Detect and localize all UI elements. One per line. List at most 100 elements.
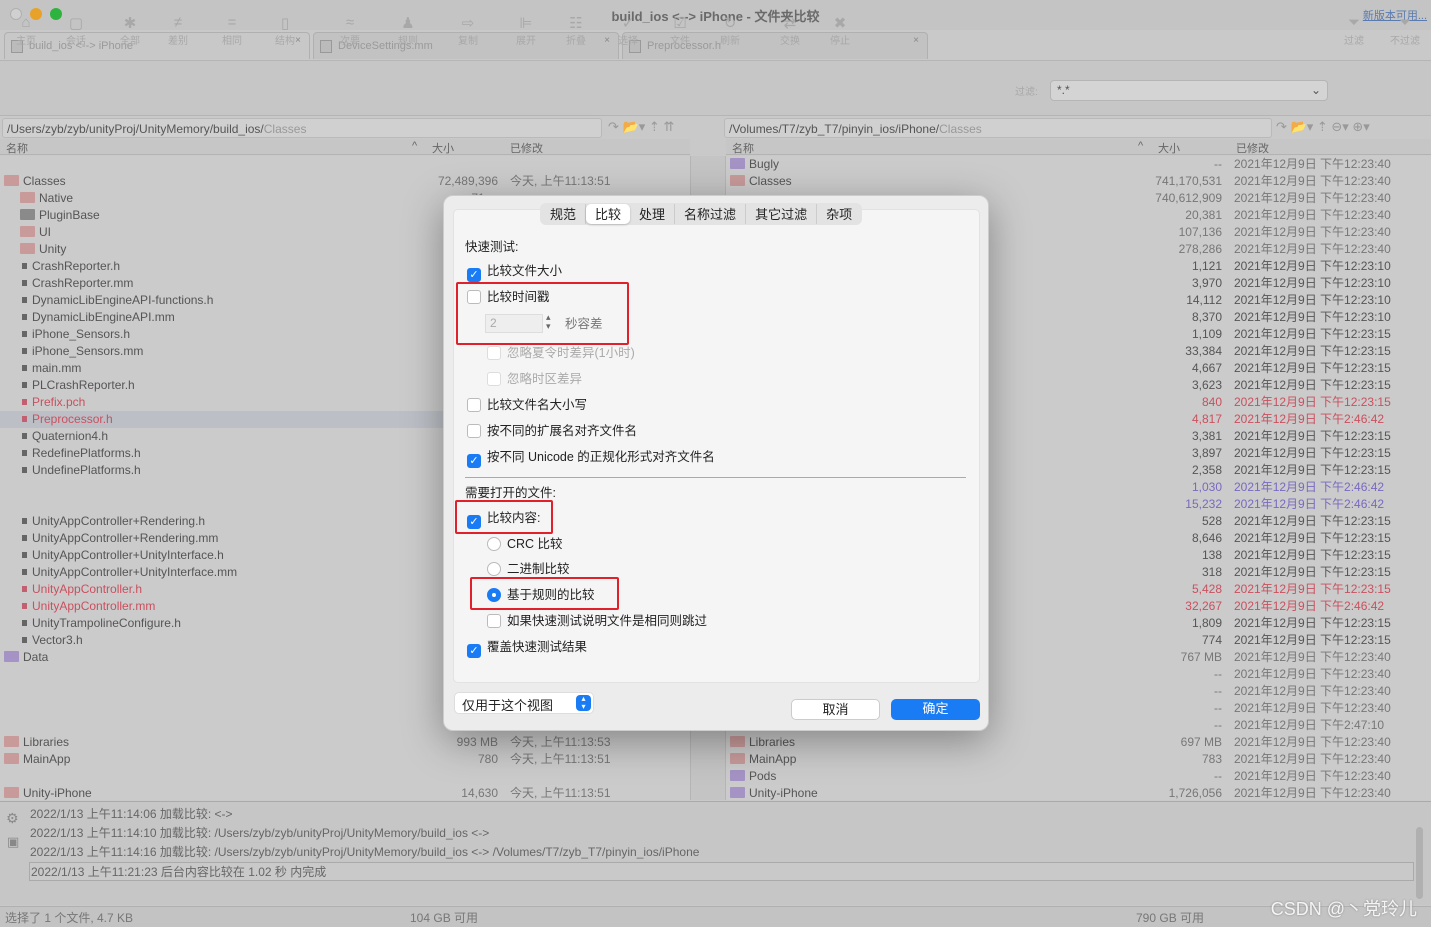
toolbar-button-13[interactable]: ↻ 刷新 <box>710 14 750 47</box>
checkbox-label: 比较文件大小 <box>487 264 563 278</box>
ok-button[interactable]: 确定 <box>891 699 980 720</box>
modified-cell: 2021年12月9日 下午12:23:15 <box>1234 582 1391 596</box>
toolbar-button-12[interactable]: ☑ 文件 <box>660 14 700 47</box>
folder-icon <box>730 736 745 747</box>
unfilter-button[interactable]: ⏷ 不过滤 <box>1385 14 1425 47</box>
tab-compare[interactable]: 比较 <box>586 204 631 224</box>
file-row[interactable]: Classes 741,170,531 2021年12月9日 下午12:23:40 <box>726 173 1431 190</box>
file-icon <box>22 569 27 575</box>
modified-cell: 2021年12月9日 下午12:23:40 <box>1234 735 1391 749</box>
size-cell: 4,817 <box>1191 412 1222 426</box>
file-row[interactable]: Unity-iPhone 1,726,056 2021年12月9日 下午12:23:… <box>726 785 1431 800</box>
column-size[interactable]: 大小 <box>432 140 454 156</box>
left-path-nav-icons[interactable]: ↷ 📂▾ ⇡ ⇈ <box>608 119 674 135</box>
file-row[interactable] <box>0 156 690 173</box>
column-name[interactable]: 名称 <box>732 140 754 156</box>
toolbar-button-4[interactable]: = 相同 <box>212 14 252 47</box>
filter-button[interactable]: ⏷ 过滤 <box>1334 14 1374 47</box>
gear-icon[interactable]: ⚙ <box>6 810 19 827</box>
left-path-input[interactable]: /Users/zyb/zyb/unityProj/UnityMemory/bui… <box>2 118 602 138</box>
toolbar-button-label: 交换 <box>780 36 800 47</box>
checkbox-box <box>467 424 481 438</box>
toolbar-button-3[interactable]: ≠ 差别 <box>158 14 198 47</box>
file-row[interactable] <box>0 768 690 785</box>
divider <box>465 477 966 478</box>
tab-handling[interactable]: 处理 <box>630 204 676 224</box>
session-settings-dialog: 规范 比较 处理 名称过滤 其它过滤 杂项 快速测试: ✓ 比较文件大小 比较时间… <box>443 195 989 731</box>
file-name: Classes <box>749 174 792 188</box>
compare-size-checkbox[interactable]: ✓ 比较文件大小 <box>467 263 562 282</box>
modified-cell: 2021年12月9日 下午12:23:40 <box>1234 684 1391 698</box>
file-row[interactable]: Bugly -- 2021年12月9日 下午12:23:40 <box>726 156 1431 173</box>
compare-case-checkbox[interactable]: 比较文件名大小写 <box>467 397 587 413</box>
file-name: UnityAppController.h <box>32 582 143 596</box>
toolbar-button-label: 规则 <box>398 36 418 47</box>
toolbar-button-11[interactable]: ✓ 选择 <box>608 14 648 47</box>
tab-misc[interactable]: 杂项 <box>817 204 861 224</box>
checkbox-label: 覆盖快速测试结果 <box>487 640 588 654</box>
right-path-input[interactable]: /Volumes/T7/zyb_T7/pinyin_ios/iPhone/Cla… <box>724 118 1272 138</box>
file-row[interactable]: Libraries 993 MB 今天, 上午11:13:53 <box>0 734 690 751</box>
file-row[interactable]: Unity-iPhone 14,630 今天, 上午11:13:51 <box>0 785 690 800</box>
folder-icon <box>730 175 745 186</box>
binary-radio[interactable]: 二进制比较 <box>487 561 570 577</box>
toolbar-button-14[interactable]: ⇄ 交换 <box>770 14 810 47</box>
ignore-dst-checkbox[interactable]: 忽略夏令时差异(1小时) <box>487 345 635 361</box>
name-cell: UnityAppController+UnityInterface.h <box>22 547 224 564</box>
override-quick-test-checkbox[interactable]: ✓ 覆盖快速测试结果 <box>467 639 587 658</box>
close-tab-icon[interactable]: × <box>913 35 919 46</box>
tab-name-filter[interactable]: 名称过滤 <box>675 204 747 224</box>
file-row[interactable]: Pods -- 2021年12月9日 下午12:23:40 <box>726 768 1431 785</box>
column-name[interactable]: 名称 <box>6 140 28 156</box>
checkmark-icon: ✓ <box>467 454 481 468</box>
unfilter-button-label: 不过滤 <box>1390 36 1420 47</box>
modified-cell: 2021年12月9日 下午12:23:10 <box>1234 276 1391 290</box>
toolbar-button-label: 全部 <box>120 36 140 47</box>
size-cell: 741,170,531 <box>1155 174 1222 188</box>
align-extension-checkbox[interactable]: 按不同的扩展名对齐文件名 <box>467 423 637 439</box>
right-path-nav-icons[interactable]: ↷ 📂▾ ⇡ ⊖▾ ⊕▾ <box>1276 119 1370 135</box>
column-modified[interactable]: 已修改 <box>510 140 543 156</box>
file-name: Libraries <box>749 735 796 749</box>
crc-radio[interactable]: CRC 比较 <box>487 536 563 552</box>
toolbar-button-1[interactable]: ▢ 会话 <box>56 14 96 47</box>
file-row[interactable]: Classes 72,489,396 今天, 上午11:13:51 <box>0 173 690 190</box>
column-size[interactable]: 大小 <box>1158 140 1180 156</box>
column-modified[interactable]: 已修改 <box>1236 140 1269 156</box>
modified-cell: 今天, 上午11:13:53 <box>510 735 611 749</box>
toolbar-button-6[interactable]: ≈ 次要 <box>330 14 370 47</box>
ignore-timezone-checkbox[interactable]: 忽略时区差异 <box>487 371 582 387</box>
save-icon[interactable]: ▣ <box>7 834 19 850</box>
file-row[interactable]: MainApp 783 2021年12月9日 下午12:23:40 <box>726 751 1431 768</box>
name-cell: main.mm <box>22 360 81 377</box>
file-name: iPhone_Sensors.mm <box>32 344 144 358</box>
toolbar-button-8[interactable]: ⇨ 复制 <box>448 14 488 47</box>
toolbar-button-0[interactable]: ⌂ 主页 <box>6 14 46 47</box>
scope-select[interactable]: 仅用于这个视图 ▴ ▾ <box>454 692 594 714</box>
log-scrollbar[interactable] <box>1416 827 1423 899</box>
toolbar-button-5[interactable]: ▯ 结构 <box>265 14 305 47</box>
chevron-down-icon[interactable]: ⌄ <box>1311 83 1321 97</box>
modified-cell: 2021年12月9日 下午12:23:15 <box>1234 395 1391 409</box>
filter-input[interactable]: *.* ⌄ <box>1050 80 1328 101</box>
file-name: iPhone_Sensors.h <box>32 327 131 341</box>
quick-test-heading: 快速测试: <box>465 240 519 254</box>
skip-if-same-checkbox[interactable]: 如果快速测试说明文件是相同则跳过 <box>487 613 707 629</box>
radio-label: 二进制比较 <box>507 562 570 576</box>
tab-other-filter[interactable]: 其它过滤 <box>746 204 818 224</box>
log-line: 2022/1/13 上午11:21:23 后台内容比较在 1.02 秒 内完成 <box>29 862 1414 881</box>
toolbar-button-2[interactable]: ✱ 全部 <box>110 14 150 47</box>
toolbar-button-9[interactable]: ⊫ 展开 <box>506 14 546 47</box>
file-row[interactable]: MainApp 780 今天, 上午11:13:51 <box>0 751 690 768</box>
filter-button-label: 过滤 <box>1344 36 1364 47</box>
toolbar-button-10[interactable]: ☷ 折叠 <box>556 14 596 47</box>
folder-icon <box>730 770 745 781</box>
file-row[interactable]: Libraries 697 MB 2021年12月9日 下午12:23:40 <box>726 734 1431 751</box>
toolbar-button-15[interactable]: ✖ 停止 <box>820 14 860 47</box>
log-line: 2022/1/13 上午11:14:10 加载比较: /Users/zyb/zy… <box>30 826 490 840</box>
tab-spec[interactable]: 规范 <box>541 204 587 224</box>
cancel-button[interactable]: 取消 <box>791 699 880 720</box>
size-cell: 8,370 <box>1191 310 1222 324</box>
toolbar-button-7[interactable]: ♟ 规则 <box>388 14 428 47</box>
align-unicode-checkbox[interactable]: ✓ 按不同 Unicode 的正规化形式对齐文件名 <box>467 449 715 468</box>
